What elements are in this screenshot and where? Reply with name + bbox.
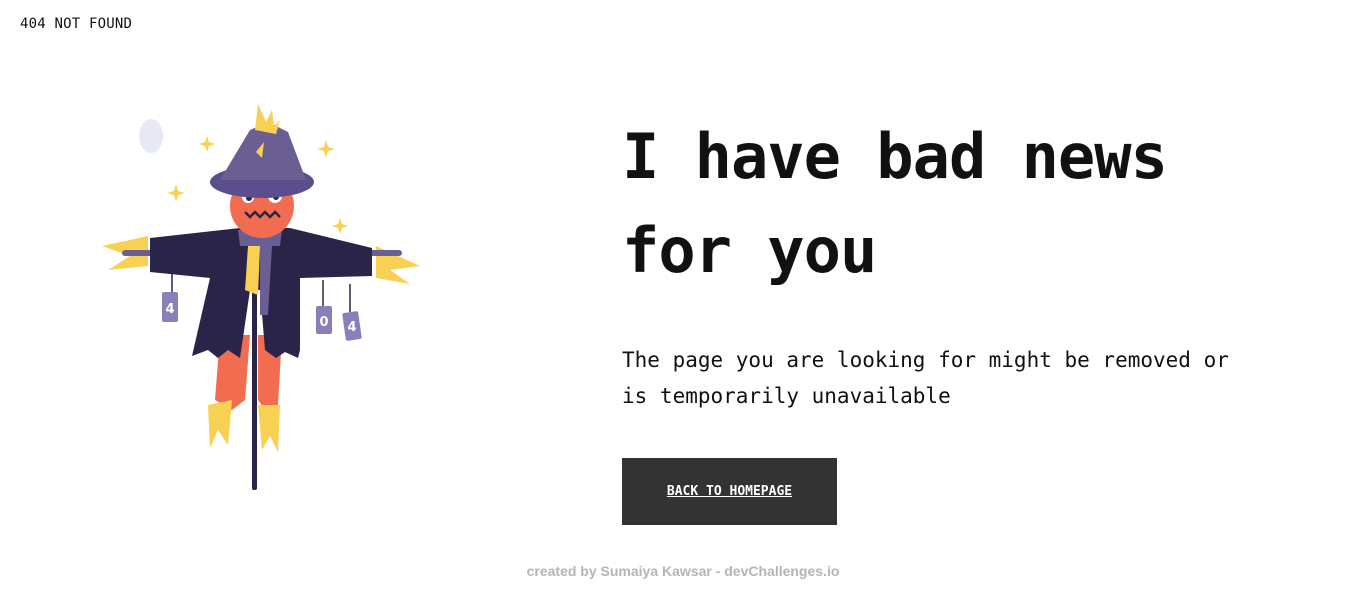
page-headline: I have bad news for you bbox=[622, 110, 1322, 298]
scarecrow-illustration: 4 0 4 bbox=[102, 104, 420, 490]
footer-credit: created by Sumaiya Kawsar - devChallenge… bbox=[526, 563, 840, 579]
back-to-homepage-button[interactable]: BACK TO HOMEPAGE bbox=[622, 458, 837, 525]
not-found-page: 404 NOT FOUND 4 0 4 I have bad news for … bbox=[0, 0, 1366, 595]
can-label: 4 bbox=[347, 320, 356, 335]
brand-title: 404 NOT FOUND bbox=[20, 16, 133, 32]
can-label: 4 bbox=[165, 302, 174, 317]
can-label: 0 bbox=[319, 315, 328, 330]
headline-line-1: I have bad news bbox=[622, 120, 1168, 193]
headline-line-2: for you bbox=[622, 214, 877, 287]
error-content: I have bad news for you The page you are… bbox=[622, 110, 1322, 525]
moon-icon bbox=[139, 119, 163, 153]
error-message: The page you are looking for might be re… bbox=[622, 348, 1229, 408]
